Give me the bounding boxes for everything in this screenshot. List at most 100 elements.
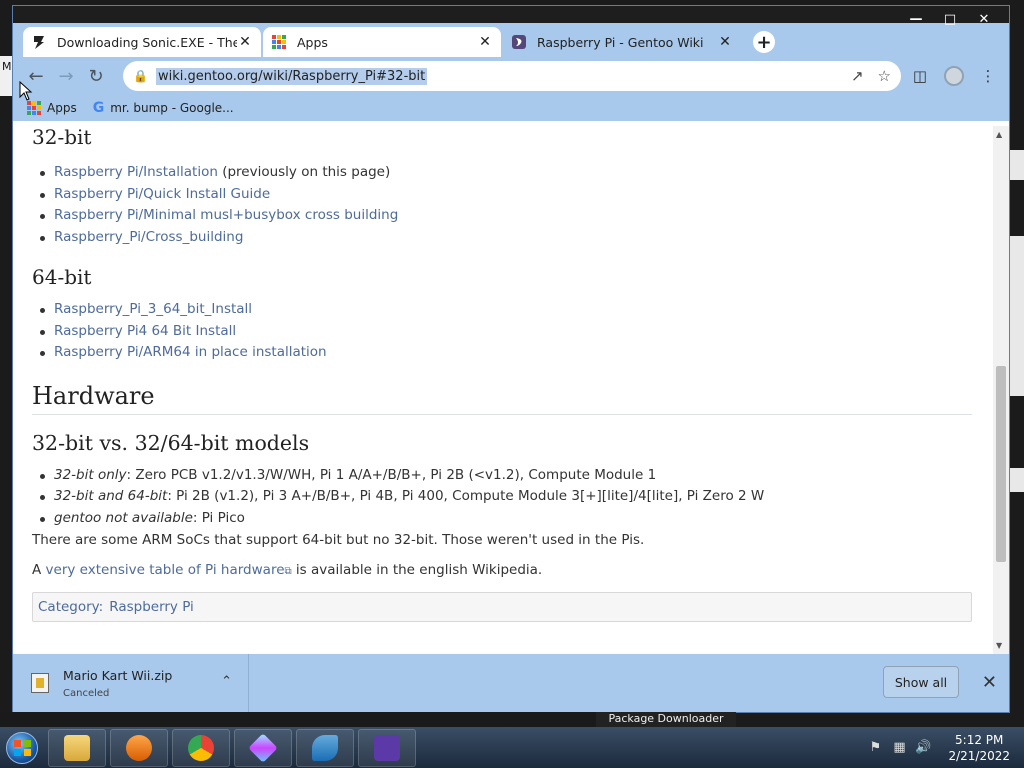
close-window-button[interactable]: ✕ — [967, 10, 1001, 28]
desktop-window-edge-right — [1008, 468, 1024, 492]
model-category: gentoo not available — [54, 509, 193, 526]
download-shelf: Mario Kart Wii.zip Canceled ⌃ Show all ✕ — [13, 654, 1009, 712]
model-text: : Pi Pico — [192, 509, 245, 526]
link-arm64-inplace[interactable]: Raspberry Pi/ARM64 in place installation — [54, 344, 327, 360]
list-item: 32-bit only: Zero PCB v1.2/v1.3/W/WH, Pi… — [38, 465, 993, 487]
minimize-button[interactable]: — — [899, 10, 933, 28]
link-suffix: (previously on this page) — [217, 164, 391, 180]
taskbar-dolphin[interactable] — [296, 728, 354, 767]
models-list: 32-bit only: Zero PCB v1.2/v1.3/W/WH, Pi… — [38, 465, 993, 530]
link-pi4-64bit[interactable]: Raspberry Pi4 64 Bit Install — [54, 323, 236, 339]
bookmarks-bar: Apps G mr. bump - Google... — [13, 95, 1009, 121]
list-item: 32-bit and 64-bit: Pi 2B (v1.2), Pi 3 A+… — [38, 486, 993, 508]
volume-icon[interactable]: 🔊 — [914, 740, 932, 755]
close-shelf-icon[interactable]: ✕ — [982, 672, 997, 693]
link-pi-hardware-table[interactable]: very extensive table of Pi hardware — [46, 562, 285, 578]
url-text[interactable]: wiki.gentoo.org/wiki/Raspberry_Pi#32-bit — [155, 67, 428, 85]
chevron-up-icon[interactable]: ⌃ — [221, 674, 232, 689]
taskbar-preview-strip — [0, 712, 596, 727]
close-tab-icon[interactable]: ✕ — [237, 34, 253, 50]
bookmark-apps[interactable]: Apps — [27, 101, 77, 115]
bookmark-label: mr. bump - Google... — [110, 101, 234, 115]
page-content: 32-bit Raspberry Pi/Installation (previo… — [13, 126, 993, 654]
forward-button[interactable]: → — [51, 61, 81, 91]
tab-raspberry-pi[interactable]: Raspberry Pi - Gentoo Wiki ✕ — [503, 27, 741, 57]
scroll-down-icon[interactable]: ▼ — [996, 641, 1002, 650]
taskbar-purple-app[interactable] — [358, 728, 416, 767]
list-64bit: Raspberry_Pi_3_64_bit_Install Raspberry … — [38, 299, 993, 364]
address-bar[interactable]: 🔒 wiki.gentoo.org/wiki/Raspberry_Pi#32-b… — [123, 61, 901, 91]
scroll-up-icon[interactable]: ▲ — [996, 130, 1002, 139]
scrollbar-thumb[interactable] — [996, 366, 1006, 562]
close-tab-icon[interactable]: ✕ — [477, 34, 493, 50]
bookmark-google[interactable]: G mr. bump - Google... — [93, 100, 234, 116]
new-tab-button[interactable]: + — [753, 31, 775, 53]
apps-grid-icon — [27, 101, 41, 115]
category-link[interactable]: Raspberry Pi — [109, 599, 194, 615]
hardware-heading: Hardware — [32, 382, 972, 415]
download-file-name: Mario Kart Wii.zip — [63, 667, 173, 683]
start-button[interactable] — [0, 728, 44, 768]
desktop-window-edge-right — [1008, 150, 1024, 180]
tab-apps[interactable]: Apps ✕ — [263, 27, 501, 57]
download-item[interactable]: Mario Kart Wii.zip Canceled ⌃ — [13, 654, 249, 712]
flag-warning-icon[interactable]: ⚑ — [866, 740, 884, 755]
category-label[interactable]: Category: — [38, 599, 103, 615]
wikipedia-note: A very extensive table of Pi hardware⧉ i… — [32, 559, 993, 583]
soc-note: There are some ARM SoCs that support 64-… — [32, 532, 645, 548]
desktop-edge-text: M — [2, 60, 12, 73]
external-link-icon: ⧉ — [284, 566, 292, 577]
reload-button[interactable]: ↻ — [81, 61, 111, 91]
purple-monster-icon — [374, 734, 400, 761]
bookmark-star-icon[interactable]: ☆ — [878, 67, 891, 85]
taskbar-chrome[interactable] — [172, 728, 230, 767]
menu-kebab-icon[interactable]: ⋮ — [977, 65, 999, 87]
link-installation[interactable]: Raspberry Pi/Installation — [54, 164, 218, 180]
list-item: Raspberry Pi/ARM64 in place installation — [38, 342, 993, 364]
network-icon[interactable]: ▦ — [890, 740, 908, 755]
link-minimal-musl[interactable]: Raspberry Pi/Minimal musl+busybox cross … — [54, 207, 398, 223]
dolphin-icon — [312, 734, 338, 761]
list-item: Raspberry_Pi/Cross_building — [38, 227, 993, 249]
link-pi3-64bit[interactable]: Raspberry_Pi_3_64_bit_Install — [54, 301, 252, 317]
zip-file-icon — [31, 673, 49, 693]
close-tab-icon[interactable]: ✕ — [717, 34, 733, 50]
link-cross-building[interactable]: Raspberry_Pi/Cross_building — [54, 229, 243, 245]
side-panel-icon[interactable]: ◫ — [909, 65, 931, 87]
desktop-window-edge-right — [1008, 236, 1024, 396]
page-scrollbar[interactable]: ▲ ▼ — [993, 126, 1009, 654]
gamejolt-icon — [31, 34, 47, 50]
browser-toolbar: ← → ↻ 🔒 wiki.gentoo.org/wiki/Raspberry_P… — [13, 57, 1009, 95]
mouse-cursor-icon — [19, 81, 33, 101]
chrome-icon — [188, 734, 214, 761]
share-icon[interactable]: ↗ — [851, 67, 864, 85]
wiki-prefix: A — [32, 562, 46, 578]
model-text: : Pi 2B (v1.2), Pi 3 A+/B/B+, Pi 4B, Pi … — [167, 488, 765, 504]
tab-title: Raspberry Pi - Gentoo Wiki — [537, 34, 704, 50]
clock[interactable]: 5:12 PM 2/21/2022 — [948, 732, 1010, 764]
list-item: Raspberry Pi/Installation (previously on… — [38, 162, 993, 184]
download-text: Mario Kart Wii.zip Canceled — [63, 668, 172, 699]
clock-time: 5:12 PM — [955, 732, 1004, 747]
lock-icon[interactable]: 🔒 — [133, 69, 148, 83]
browser-window: — □ ✕ Downloading Sonic.EXE - The Ga ✕ A… — [13, 6, 1009, 712]
tab-title: Apps — [297, 34, 328, 50]
taskbar-gem-app[interactable] — [234, 728, 292, 767]
tab-title: Downloading Sonic.EXE - The Ga — [57, 34, 237, 50]
list-item: Raspberry Pi/Minimal musl+busybox cross … — [38, 205, 993, 227]
list-32bit: Raspberry Pi/Installation (previously on… — [38, 162, 993, 248]
profile-avatar[interactable] — [943, 65, 965, 87]
tab-sonic[interactable]: Downloading Sonic.EXE - The Ga ✕ — [23, 27, 261, 57]
list-item: gentoo not available: Pi Pico — [38, 508, 993, 530]
toolbar-right: ◫ ⋮ — [909, 61, 999, 91]
gentoo-icon — [511, 34, 527, 50]
window-frame — [13, 6, 1009, 23]
model-text: : Zero PCB v1.2/v1.3/W/WH, Pi 1 A/A+/B/B… — [126, 466, 657, 483]
list-item: Raspberry Pi/Quick Install Guide — [38, 184, 993, 206]
taskbar-explorer[interactable] — [48, 728, 106, 767]
link-quick-install[interactable]: Raspberry Pi/Quick Install Guide — [54, 186, 270, 202]
taskbar-media-player[interactable] — [110, 728, 168, 767]
maximize-button[interactable]: □ — [933, 10, 967, 28]
show-all-button[interactable]: Show all — [883, 666, 959, 698]
list-item: Raspberry_Pi_3_64_bit_Install — [38, 299, 993, 321]
